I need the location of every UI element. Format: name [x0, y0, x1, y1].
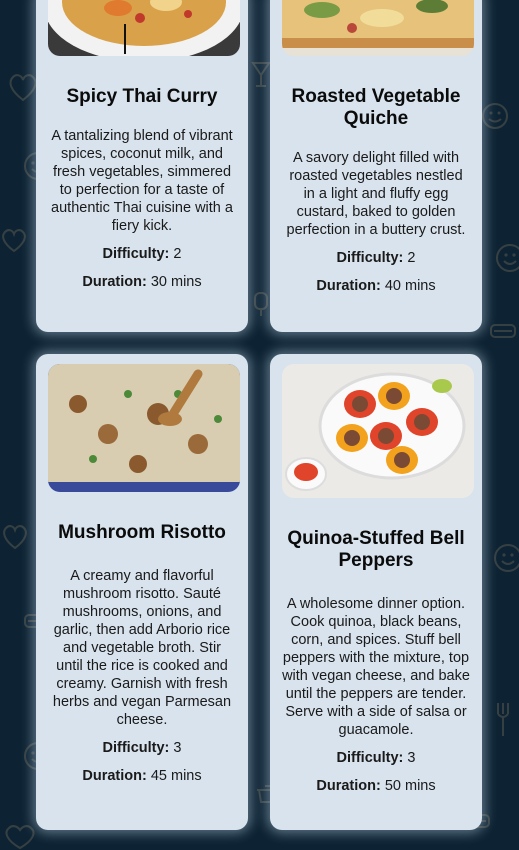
- duration-value: 30 mins: [150, 274, 202, 290]
- recipe-photo-risotto: [48, 364, 240, 492]
- recipe-card[interactable]: Spicy Thai Curry A tantalizing blend of …: [36, 0, 248, 332]
- recipe-description: A wholesome dinner option. Cook quinoa, …: [282, 596, 470, 738]
- recipe-description: A tantalizing blend of vibrant spices, c…: [51, 128, 233, 234]
- difficulty-value: 2: [407, 250, 416, 266]
- duration-label: Duration:: [82, 768, 147, 784]
- recipe-grid: Spicy Thai Curry A tantalizing blend of …: [0, 0, 519, 850]
- duration-label: Duration:: [316, 778, 381, 794]
- recipe-difficulty: Difficulty: 2: [48, 245, 236, 263]
- difficulty-label: Difficulty:: [336, 750, 404, 766]
- difficulty-label: Difficulty:: [102, 740, 170, 756]
- recipe-difficulty: Difficulty: 2: [282, 249, 470, 267]
- difficulty-value: 2: [173, 246, 182, 262]
- recipe-difficulty: Difficulty: 3: [48, 739, 236, 757]
- duration-label: Duration:: [82, 274, 147, 290]
- recipe-description: A savory delight filled with roasted veg…: [286, 150, 466, 238]
- recipe-title: Roasted Vegetable Quiche: [291, 86, 461, 129]
- duration-value: 40 mins: [384, 278, 436, 294]
- recipe-duration: Duration: 50 mins: [282, 777, 470, 795]
- recipe-card[interactable]: Mushroom Risotto A creamy and flavorful …: [36, 354, 248, 830]
- recipe-description: A creamy and flavorful mushroom risotto.…: [52, 568, 232, 728]
- recipe-card[interactable]: Quinoa-Stuffed Bell Peppers A wholesome …: [270, 354, 482, 830]
- recipe-duration: Duration: 45 mins: [48, 767, 236, 785]
- difficulty-label: Difficulty:: [102, 246, 170, 262]
- recipe-card[interactable]: Roasted Vegetable Quiche A savory deligh…: [270, 0, 482, 332]
- recipe-photo-peppers: [282, 364, 474, 498]
- recipe-duration: Duration: 30 mins: [48, 273, 236, 291]
- recipe-difficulty: Difficulty: 3: [282, 749, 470, 767]
- recipe-title: Quinoa-Stuffed Bell Peppers: [287, 528, 465, 571]
- duration-value: 45 mins: [150, 768, 202, 784]
- duration-value: 50 mins: [384, 778, 436, 794]
- recipe-title: Spicy Thai Curry: [66, 86, 218, 107]
- difficulty-label: Difficulty:: [336, 250, 404, 266]
- recipe-duration: Duration: 40 mins: [282, 277, 470, 295]
- duration-label: Duration:: [316, 278, 381, 294]
- recipe-photo-quiche: [282, 0, 474, 56]
- difficulty-value: 3: [173, 740, 182, 756]
- recipe-photo-curry: [48, 0, 240, 56]
- difficulty-value: 3: [407, 750, 416, 766]
- recipe-title: Mushroom Risotto: [58, 522, 226, 543]
